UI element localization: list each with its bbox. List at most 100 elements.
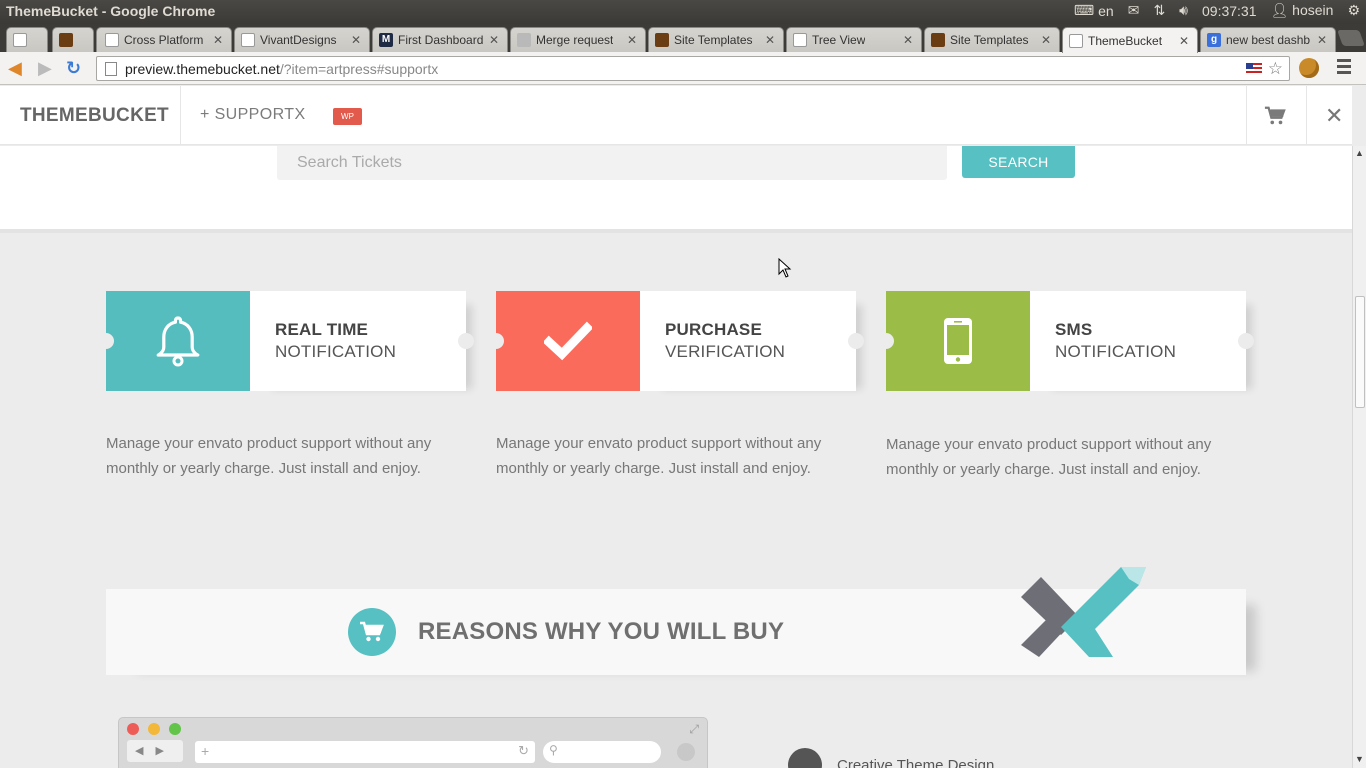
scroll-up-arrow-icon[interactable]: ▲ [1355,148,1364,158]
tab[interactable]: Site Templates ✕ [648,27,784,52]
tab-label: Site Templates [950,33,1029,47]
back-arrow-icon[interactable]: ◀ [8,58,22,78]
scroll-down-arrow-icon[interactable]: ▼ [1355,754,1364,764]
creative-label: Creative Theme Design [837,757,995,768]
close-icon[interactable]: ✕ [627,33,637,47]
mockup-url-bar: + ↻ [195,741,535,763]
vertical-scrollbar[interactable]: ▲ ▼ [1352,146,1366,768]
tab[interactable] [52,27,94,52]
flag-icon[interactable] [1245,63,1262,74]
search-tickets-input[interactable] [277,146,947,180]
tab[interactable]: Site Templates ✕ [924,27,1060,52]
username: hosein [1292,2,1334,18]
tab-label: Cross Platform [124,33,204,47]
tab[interactable]: g new best dashb ✕ [1200,27,1336,52]
mobile-phone-icon [944,318,972,364]
feature-icon-box [886,291,1030,391]
supportx-logo [1021,567,1146,657]
google-icon: g [1207,33,1221,47]
reload-icon[interactable]: ↻ [66,58,81,78]
reasons-icon-circle [348,608,396,656]
browser-toolbar: ◀ ▶ ↻ preview.themebucket.net/?item=artp… [0,52,1366,85]
close-icon[interactable]: ✕ [489,33,499,47]
m-icon: M [379,33,393,47]
feature-title: PURCHASE [665,320,763,339]
mockup-nav-arrows: ◀▶ [127,740,183,762]
close-icon[interactable]: ✕ [1179,34,1189,48]
tab-label: VivantDesigns [260,33,337,47]
volume-icon[interactable]: 🔊︎ [1179,2,1188,19]
mockup-circle [677,743,695,761]
brand-logo[interactable]: THEMEBUCKET [20,105,169,127]
wp-badge: WP [333,108,362,125]
feature-icon-box [106,291,250,391]
tab[interactable]: Tree View ✕ [786,27,922,52]
forward-arrow-icon[interactable]: ▶ [38,58,52,78]
browser-mockup-image: ⤢ ◀▶ + ↻ ⚲ [118,717,708,768]
feature-subtitle: VERIFICATION [665,342,786,361]
close-icon[interactable]: ✕ [1317,33,1327,47]
scrollbar-thumb[interactable] [1355,296,1365,408]
reasons-banner: REASONS WHY YOU WILL BUY [106,567,1246,675]
tab[interactable]: VivantDesigns ✕ [234,27,370,52]
feature-text: SMS NOTIFICATION [1030,291,1246,391]
tab[interactable] [6,27,48,52]
user-menu[interactable]: 👤︎ hosein [1271,2,1334,19]
feature-title: REAL TIME [275,320,369,339]
page-icon [105,33,119,47]
keyboard-icon[interactable]: ⌨ [1074,2,1094,19]
maximize-dot [169,723,181,735]
feature-description: Manage your envato product support witho… [106,435,432,477]
cookie-extension-icon[interactable] [1299,58,1319,78]
cart-icon[interactable] [1264,105,1286,127]
header-divider [180,86,181,145]
address-bar[interactable]: preview.themebucket.net/?item=artpress#s… [96,56,1290,81]
minimize-dot [148,723,160,735]
url-path: /?item=artpress#supportx [279,60,439,77]
mail-icon[interactable]: ✉ [1128,2,1140,19]
card-notch [1238,333,1254,349]
user-icon: 👤︎ [1270,2,1289,18]
chrome-menu-icon[interactable] [1337,59,1351,77]
network-icon[interactable]: ⇅ [1153,2,1165,19]
card-notch [488,333,504,349]
close-icon[interactable]: ✕ [1041,33,1051,47]
feature-card: REAL TIME NOTIFICATION [98,291,474,391]
window-title: ThemeBucket - Google Chrome [6,3,216,19]
tab-label: Tree View [812,33,866,47]
tab-label: new best dashb [1226,33,1311,47]
cart-icon [360,621,384,642]
keyboard-lang[interactable]: en [1098,3,1114,19]
close-icon[interactable]: ✕ [1325,103,1343,129]
feature-subtitle: NOTIFICATION [275,342,397,361]
tab-active[interactable]: ThemeBucket ✕ [1062,27,1198,53]
search-button[interactable]: SEARCH [962,146,1075,178]
page-content: SEARCH REAL TIME NOTIFICATION Manage you… [0,146,1352,768]
tab-label: Merge request [536,33,614,47]
feature-description: Manage your envato product support witho… [886,436,1212,478]
tab[interactable]: M First Dashboard ✕ [372,27,508,52]
card-notch [98,333,114,349]
close-icon[interactable]: ✕ [765,33,775,47]
close-icon[interactable]: ✕ [351,33,361,47]
close-icon[interactable]: ✕ [213,33,223,47]
settings-gear-icon[interactable]: ⚙ [1347,2,1360,19]
os-top-bar: ThemeBucket - Google Chrome ⌨ en ✉ ⇅ 🔊︎ … [0,0,1366,24]
site-header: THEMEBUCKET + SUPPORTX WP ✕ [0,86,1352,145]
page-icon [13,33,27,47]
header-divider [1246,86,1247,145]
tab[interactable]: Cross Platform ✕ [96,27,232,52]
feature-text: REAL TIME NOTIFICATION [250,291,466,391]
feature-description: Manage your envato product support witho… [496,435,822,477]
themeforest-icon [655,33,669,47]
clock[interactable]: 09:37:31 [1202,3,1257,19]
checkmark-icon [544,321,592,361]
card-notch [458,333,474,349]
product-selector[interactable]: + SUPPORTX [200,106,306,124]
close-icon[interactable]: ✕ [903,33,913,47]
close-dot [127,723,139,735]
themeforest-icon [59,33,73,47]
tab[interactable]: Merge request ✕ [510,27,646,52]
search-icon: ⚲ [549,743,558,757]
bookmark-star-icon[interactable]: ☆ [1268,60,1283,77]
